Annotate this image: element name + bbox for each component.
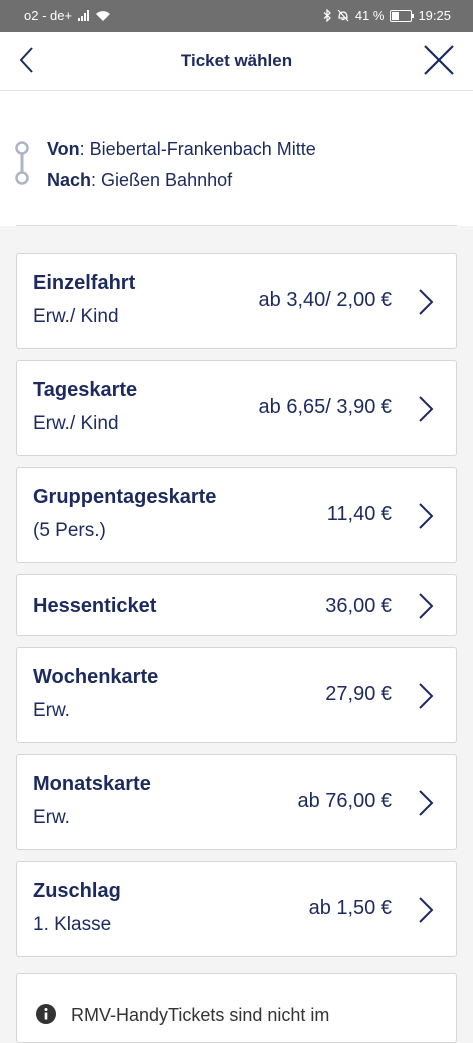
mute-icon: [337, 9, 349, 22]
chevron-right-icon: [419, 289, 434, 315]
ticket-price: 11,40 €: [326, 503, 392, 525]
wifi-icon: [96, 10, 111, 21]
info-icon: [36, 1004, 56, 1024]
chevron-right-icon: [419, 683, 434, 709]
bluetooth-icon: [323, 9, 331, 22]
clock: 19:25: [418, 8, 451, 23]
divider: [16, 225, 457, 226]
battery-percent: 41 %: [354, 8, 385, 23]
carrier-label: o2 - de+: [24, 8, 73, 23]
route-summary: Von: Biebertal-Frankenbach Mitte Nach: G…: [0, 91, 473, 226]
route-line-icon: [15, 141, 29, 185]
ticket-card-hessenticket[interactable]: Hessenticket 36,00 €: [16, 574, 457, 636]
chevron-right-icon: [419, 790, 434, 816]
chevron-right-icon: [419, 396, 434, 422]
route-to-value: : Gießen Bahnhof: [91, 170, 233, 190]
header: Ticket wählen: [0, 32, 473, 91]
ticket-name: Einzelfahrt: [33, 272, 136, 294]
ticket-name: Zuschlag: [33, 880, 121, 902]
route-to-label: Nach: [47, 170, 92, 190]
ticket-card-zuschlag[interactable]: Zuschlag 1. Klasse ab 1,50 €: [16, 861, 457, 957]
signal-icon: [78, 10, 90, 21]
ticket-card-gruppentageskarte[interactable]: Gruppentageskarte (5 Pers.) 11,40 €: [16, 467, 457, 563]
ticket-subtitle: 1. Klasse: [33, 914, 112, 935]
ticket-price: ab 76,00 €: [297, 790, 392, 812]
ticket-name: Tageskarte: [33, 379, 138, 401]
ticket-subtitle: Erw.: [33, 807, 70, 828]
ticket-subtitle: Erw.: [33, 700, 70, 721]
ticket-price: ab 3,40/ 2,00 €: [258, 289, 392, 311]
ticket-card-wochenkarte[interactable]: Wochenkarte Erw. 27,90 €: [16, 647, 457, 743]
ticket-price: 27,90 €: [325, 683, 392, 705]
route-from: Von: Biebertal-Frankenbach Mitte: [47, 139, 316, 160]
ticket-price: 36,00 €: [325, 595, 392, 617]
route-to: Nach: Gießen Bahnhof: [47, 170, 232, 191]
info-box: RMV-HandyTickets sind nicht im: [16, 973, 457, 1043]
page-title: Ticket wählen: [180, 51, 293, 70]
ticket-card-tageskarte[interactable]: Tageskarte Erw./ Kind ab 6,65/ 3,90 €: [16, 360, 457, 456]
ticket-subtitle: Erw./ Kind: [33, 413, 119, 434]
status-bar: o2 - de+ 41 % 19:25: [0, 0, 473, 32]
ticket-list: Einzelfahrt Erw./ Kind ab 3,40/ 2,00 € T…: [16, 253, 457, 968]
ticket-price: ab 6,65/ 3,90 €: [258, 396, 392, 418]
ticket-name: Monatskarte: [33, 773, 151, 795]
chevron-right-icon: [419, 897, 434, 923]
route-from-value: : Biebertal-Frankenbach Mitte: [79, 139, 316, 159]
chevron-right-icon: [419, 503, 434, 529]
chevron-right-icon: [419, 593, 434, 619]
ticket-name: Wochenkarte: [33, 666, 159, 688]
close-icon[interactable]: [421, 42, 457, 78]
ticket-name: Gruppentageskarte: [33, 486, 217, 508]
ticket-subtitle: (5 Pers.): [33, 520, 106, 541]
battery-icon: [390, 9, 415, 22]
ticket-price: ab 1,50 €: [308, 897, 392, 919]
ticket-card-monatskarte[interactable]: Monatskarte Erw. ab 76,00 €: [16, 754, 457, 850]
route-from-label: Von: [47, 139, 80, 159]
ticket-name: Hessenticket: [33, 595, 157, 617]
info-text: RMV-HandyTickets sind nicht im: [71, 1005, 330, 1025]
ticket-subtitle: Erw./ Kind: [33, 306, 119, 327]
ticket-card-einzelfahrt[interactable]: Einzelfahrt Erw./ Kind ab 3,40/ 2,00 €: [16, 253, 457, 349]
